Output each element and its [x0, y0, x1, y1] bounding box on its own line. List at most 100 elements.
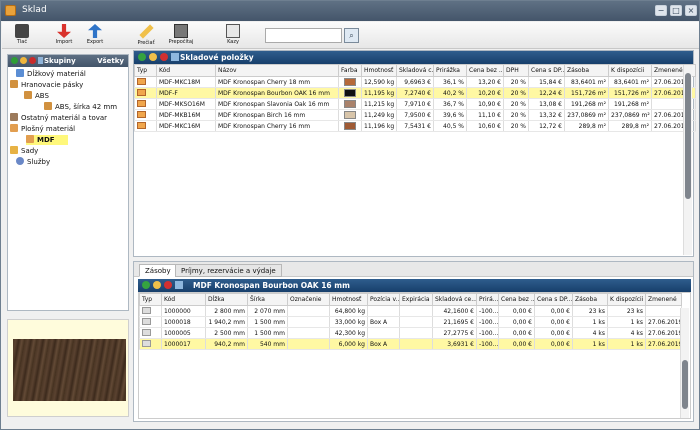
add-icon[interactable]: [142, 281, 150, 289]
col-kod[interactable]: Kód: [161, 293, 206, 306]
filter-icon[interactable]: [38, 57, 43, 64]
col-prirazka[interactable]: Prirážka: [433, 64, 467, 77]
search-icon[interactable]: ⌕: [344, 28, 359, 43]
tree-item-ostatny[interactable]: Ostatný materiál a tovar: [10, 113, 107, 123]
col-zasoba[interactable]: Zásoba: [564, 64, 609, 77]
table-row[interactable]: 1000000 2 800 mm 2 070 mm 64,800 kg 42,1…: [139, 305, 682, 317]
print-label: Tlač: [16, 39, 28, 45]
tree-item-hranovacie[interactable]: Hranovacie pásky: [10, 80, 83, 90]
tree-item-dlzkovy[interactable]: Dĺžkový materiál: [16, 69, 86, 79]
col-dlzka[interactable]: Dĺžka: [205, 293, 248, 306]
markup-cell: 36,1 %: [433, 76, 467, 88]
col-nazov[interactable]: Názov: [215, 64, 339, 77]
col-farba[interactable]: Farba: [338, 64, 362, 77]
col-skladova-cena[interactable]: Skladová c...: [396, 64, 434, 77]
sheet-icon: [142, 339, 151, 347]
col-cena-bez-dph[interactable]: Cena bez ...: [498, 293, 535, 306]
available-cell: 1 ks: [607, 338, 646, 350]
edit-group-icon[interactable]: [20, 57, 27, 64]
position-cell: [367, 305, 400, 317]
col-pozicia[interactable]: Pozícia v...: [367, 293, 400, 306]
col-k-dispozicii[interactable]: K dispozícii: [607, 293, 646, 306]
delete-icon[interactable]: [160, 53, 168, 61]
add-icon[interactable]: [138, 53, 146, 61]
delete-icon[interactable]: [164, 281, 172, 289]
tree-item-sluzby[interactable]: Služby: [16, 157, 50, 167]
filter-icon[interactable]: [175, 281, 183, 289]
defects-button[interactable]: Kazy: [216, 24, 250, 48]
items-scrollbar[interactable]: [683, 65, 692, 255]
changed-cell: 27.06.2019: [645, 316, 682, 328]
col-typ[interactable]: Typ: [134, 64, 157, 77]
tree-item-sady[interactable]: Sady: [10, 146, 38, 156]
import-button[interactable]: Import: [47, 24, 81, 48]
price-gross-cell: 0,00 €: [534, 305, 573, 317]
add-group-icon[interactable]: [11, 57, 18, 64]
table-row[interactable]: 1000018 1 940,2 mm 1 500 mm 33,000 kg Bo…: [139, 316, 682, 328]
col-cena-s-dph[interactable]: Cena s DP...: [528, 64, 565, 77]
table-row[interactable]: MDF-MKSO16M MDF Kronospan Slavonia Oak 1…: [134, 98, 696, 110]
col-kod[interactable]: Kód: [156, 64, 216, 77]
col-zasoba[interactable]: Zásoba: [572, 293, 608, 306]
price-gross-cell: 12,72 €: [528, 120, 565, 132]
all-groups-toggle[interactable]: Všetky: [97, 57, 124, 65]
tape-icon: [44, 102, 52, 110]
table-row[interactable]: 1000017 940,2 mm 540 mm 6,000 kg Box A 3…: [139, 338, 682, 350]
color-cell: [338, 98, 362, 110]
tab-prijmy[interactable]: Príjmy, rezervácie a výdaje: [175, 264, 282, 277]
stock-batches-scrollbar[interactable]: [680, 308, 689, 418]
calculator-icon: [174, 24, 188, 38]
edit-label: Prečiať: [137, 40, 155, 46]
type-cell: [139, 305, 162, 317]
stock-batches-scroll-thumb[interactable]: [682, 360, 688, 409]
col-cena-s-dph[interactable]: Cena s DP...: [534, 293, 573, 306]
tab-zasoby[interactable]: Zásoby: [139, 264, 177, 277]
minimize-button[interactable]: −: [655, 5, 667, 16]
export-button[interactable]: Export: [78, 24, 112, 48]
col-expiracia[interactable]: Expirácia: [399, 293, 433, 306]
recalculate-button[interactable]: Prepočítaj: [164, 24, 198, 48]
table-row[interactable]: MDF-MKC16M MDF Kronospan Cherry 16 mm 11…: [134, 120, 696, 132]
col-cena-bez-dph[interactable]: Cena bez ...: [466, 64, 504, 77]
col-skladova-cena[interactable]: Skladová ce...: [432, 293, 477, 306]
delete-group-icon[interactable]: [29, 57, 36, 64]
tree-item-plosny[interactable]: Plošný materiál: [10, 124, 75, 134]
search-input[interactable]: [265, 28, 342, 43]
material-preview: [7, 319, 129, 417]
stock-cell: 237,0869 m²: [564, 109, 609, 121]
col-typ[interactable]: Typ: [139, 293, 162, 306]
maximize-button[interactable]: □: [670, 5, 682, 16]
toolbar: Tlač Import Export Prečiať Prepočítaj Ka…: [2, 22, 699, 49]
label-cell: [287, 327, 330, 339]
col-dph[interactable]: DPH: [503, 64, 529, 77]
tree-item-abs-42[interactable]: ABS, šírka 42 mm: [44, 102, 117, 112]
col-k-dispozicii[interactable]: K dispozícii: [608, 64, 652, 77]
filter-icon[interactable]: [171, 53, 179, 61]
weight-cell: 6,000 kg: [329, 338, 368, 350]
stock-batches-table-wrap: Typ Kód Dĺžka Šírka Označenie Hmotnosť P…: [138, 292, 691, 419]
color-swatch: [344, 78, 356, 86]
table-row[interactable]: MDF-MKC18M MDF Kronospan Cherry 18 mm 12…: [134, 76, 696, 88]
table-row[interactable]: MDF-F MDF Kronospan Bourbon OAK 16 mm 11…: [134, 87, 696, 99]
table-row[interactable]: 1000005 2 500 mm 1 500 mm 42,300 kg 27,2…: [139, 327, 682, 339]
tree-item-mdf[interactable]: MDF: [26, 135, 68, 145]
tree-item-abs[interactable]: ABS: [24, 91, 49, 101]
col-zmenene[interactable]: Zmenené: [645, 293, 682, 306]
vat-cell: 20 %: [503, 76, 529, 88]
markup-cell: 40,5 %: [433, 120, 467, 132]
col-hmotnost[interactable]: Hmotnosť: [361, 64, 397, 77]
edit-icon[interactable]: [153, 281, 161, 289]
edit-button[interactable]: Prečiať: [129, 24, 163, 48]
tree-label: Sady: [21, 147, 39, 155]
col-hmotnost[interactable]: Hmotnosť: [329, 293, 368, 306]
close-button[interactable]: ×: [685, 5, 697, 16]
col-oznacenie[interactable]: Označenie: [287, 293, 330, 306]
table-row[interactable]: MDF-MKB16M MDF Kronospan Birch 16 mm 11,…: [134, 109, 696, 121]
print-button[interactable]: Tlač: [5, 24, 39, 48]
col-prirazka[interactable]: Prirá...: [476, 293, 499, 306]
weight-cell: 33,000 kg: [329, 316, 368, 328]
col-sirka[interactable]: Šírka: [247, 293, 288, 306]
items-scroll-thumb[interactable]: [685, 73, 691, 199]
edit-icon[interactable]: [149, 53, 157, 61]
vat-cell: 20 %: [503, 87, 529, 99]
